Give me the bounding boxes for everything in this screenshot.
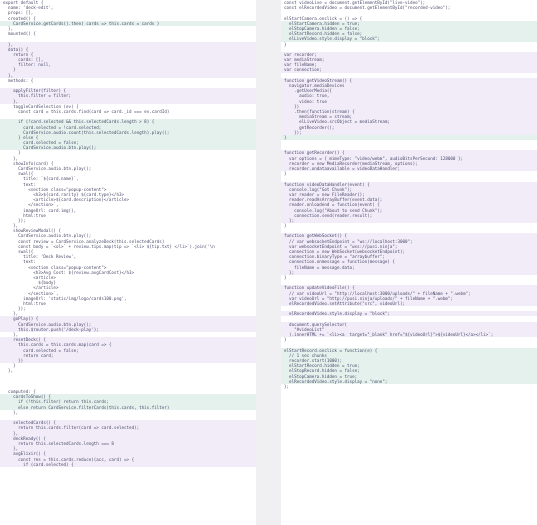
code-line: }; — [284, 383, 290, 389]
code-line: if (card.selected) { — [0, 461, 256, 467]
left-code-pane[interactable]: export default { name: 'deck-edit', prop… — [0, 0, 256, 525]
right-code-pane[interactable]: const videoLive = document.getElementByI… — [281, 0, 537, 525]
pane-gutter — [256, 0, 281, 525]
